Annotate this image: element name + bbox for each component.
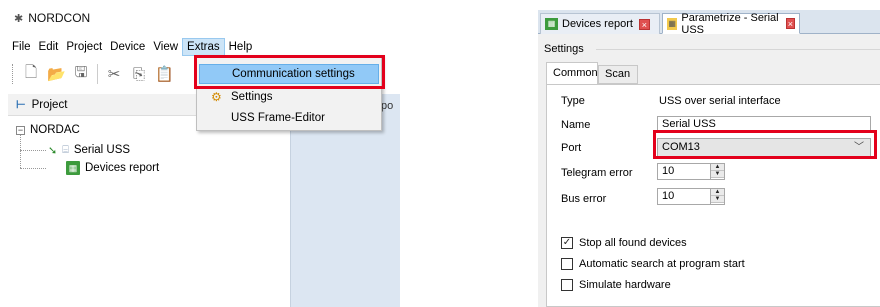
port-label: Port [561, 142, 582, 154]
cut-icon[interactable]: ✂ [105, 65, 123, 83]
tab-scan[interactable]: Scan [598, 65, 638, 84]
bus-error-label: Bus error [561, 193, 607, 205]
menu-item-label: Settings [231, 91, 273, 103]
common-settings-panel: Type USS over serial interface Name Seri… [546, 84, 880, 307]
close-icon[interactable]: × [785, 18, 795, 29]
checkbox-stop-all-devices[interactable]: ✓ Stop all found devices [561, 237, 687, 249]
stepper-value: 10 [662, 190, 675, 202]
project-tree-icon: ⊢ [16, 99, 26, 111]
bus-error-stepper[interactable]: 10 ▲ ▼ [657, 188, 725, 205]
tab-label: Devices report [562, 18, 633, 30]
telegram-error-stepper[interactable]: 10 ▲ ▼ [657, 163, 725, 180]
checkbox-icon[interactable] [561, 258, 573, 270]
decrement-icon[interactable]: ▼ [711, 171, 724, 178]
grid-icon: ▦ [667, 17, 678, 30]
tree-node-label: Serial USS [73, 144, 131, 156]
project-panel-title: Project [31, 98, 68, 111]
checkbox-icon[interactable] [561, 279, 573, 291]
telegram-error-label: Telegram error [561, 167, 633, 179]
menu-project[interactable]: Project [62, 38, 106, 56]
tree-node-serial-uss[interactable]: ➘ ⌸ Serial USS [48, 142, 130, 158]
highlight-frame-port [653, 130, 877, 159]
new-document-icon[interactable]: 🗋 [22, 62, 40, 87]
tree-node-devices-report[interactable]: ▦ Devices report [66, 160, 159, 176]
tab-common[interactable]: Common [546, 62, 598, 85]
app-title: NORDCON [28, 11, 91, 25]
workspace-header-partial: po [381, 100, 394, 112]
app-logo-icon: ✱ [14, 12, 24, 25]
menu-device[interactable]: Device [106, 38, 149, 56]
collapse-icon[interactable]: − [16, 125, 25, 135]
menu-view[interactable]: View [149, 38, 182, 56]
nordcon-main-window: ✱ NORDCON File Edit Project Device View … [0, 0, 400, 307]
menu-bar: File Edit Project Device View Extras Hel… [8, 38, 400, 56]
name-label: Name [561, 119, 591, 131]
toolbar-separator [97, 64, 98, 84]
save-icon[interactable]: 🖫 [72, 62, 90, 87]
document-tabs: ▦ Devices report × ▦ Parametrize - Seria… [538, 10, 880, 36]
menu-item-label: USS Frame-Editor [231, 112, 325, 124]
connection-icon: ➘ [48, 144, 58, 157]
checkbox-checked-icon[interactable]: ✓ [561, 237, 573, 249]
serial-port-icon: ⌸ [62, 143, 69, 156]
menu-extras[interactable]: Extras [182, 38, 225, 56]
project-tree: − NORDAC ➘ ⌸ Serial USS ▦ Devices report [8, 118, 290, 307]
increment-icon[interactable]: ▲ [711, 189, 724, 196]
tree-node-label: Devices report [85, 162, 160, 174]
menu-help[interactable]: Help [225, 38, 257, 56]
menu-file[interactable]: File [8, 38, 35, 56]
tab-parametrize-serial-uss[interactable]: ▦ Parametrize - Serial USS × [662, 11, 800, 36]
close-icon[interactable]: × [638, 18, 650, 30]
checkbox-simulate-hardware[interactable]: Simulate hardware [561, 279, 671, 291]
settings-gear-icon: ⚙ [211, 90, 222, 104]
stepper-value: 10 [662, 165, 675, 177]
tree-node-nordac[interactable]: − NORDAC [16, 122, 80, 138]
checkbox-automatic-search[interactable]: Automatic search at program start [561, 258, 745, 270]
decrement-icon[interactable]: ▼ [711, 196, 724, 203]
paste-icon[interactable]: 📋 [155, 65, 174, 83]
checkbox-label: Stop all found devices [579, 237, 687, 249]
tree-node-label: NORDAC [30, 124, 80, 136]
group-divider [596, 49, 880, 50]
toolbar-grip[interactable] [12, 64, 15, 84]
open-folder-icon[interactable]: 📂 [47, 65, 66, 83]
increment-icon[interactable]: ▲ [711, 164, 724, 171]
copy-icon[interactable]: ⎘ [130, 66, 148, 83]
menu-item-uss-frame-editor[interactable]: USS Frame-Editor [199, 108, 379, 128]
highlight-frame-menu [194, 55, 385, 89]
type-value: USS over serial interface [659, 95, 781, 107]
tab-label: Parametrize - Serial USS [681, 11, 779, 36]
stepper-buttons: ▲ ▼ [710, 164, 724, 179]
tab-devices-report[interactable]: ▦ Devices report × [540, 13, 660, 34]
menu-item-settings[interactable]: ⚙ Settings [199, 87, 379, 107]
stepper-buttons: ▲ ▼ [710, 189, 724, 204]
parametrize-window: ▦ Devices report × ▦ Parametrize - Seria… [538, 10, 880, 307]
checkbox-label: Automatic search at program start [579, 258, 745, 270]
type-label: Type [561, 95, 585, 107]
checkbox-label: Simulate hardware [579, 279, 671, 291]
menu-edit[interactable]: Edit [35, 38, 63, 56]
title-bar: ✱ NORDCON [14, 10, 90, 26]
report-icon: ▦ [66, 161, 80, 175]
settings-group-label: Settings [544, 43, 584, 55]
report-icon: ▦ [545, 18, 558, 30]
